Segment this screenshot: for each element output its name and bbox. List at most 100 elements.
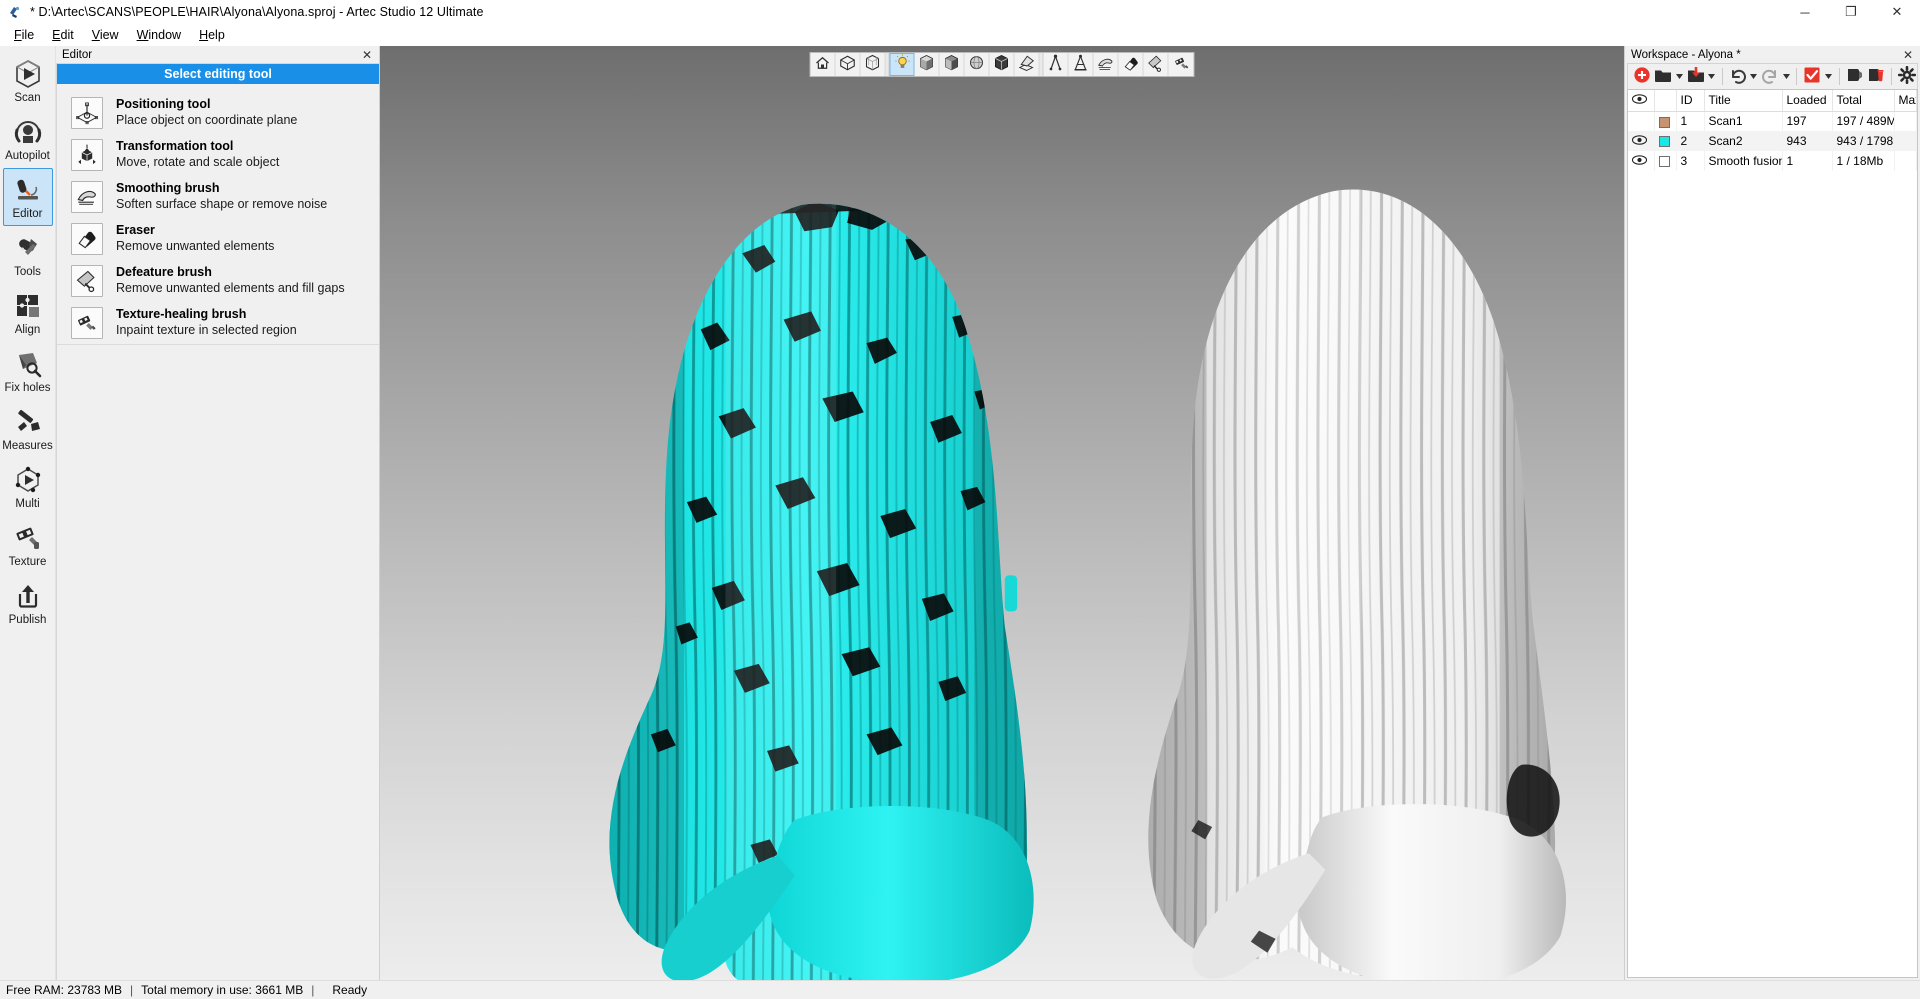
editor-dock-close-icon[interactable]: ✕ bbox=[359, 49, 375, 61]
home-icon bbox=[814, 54, 832, 75]
color-swatch[interactable] bbox=[1658, 116, 1670, 128]
grid-view-button[interactable] bbox=[860, 53, 886, 76]
workspace-row[interactable]: 2Scan2943943 / 1798Mb bbox=[1628, 131, 1917, 151]
rail-item-measures[interactable]: Measures bbox=[2, 400, 53, 458]
undo-dropdown-caret[interactable] bbox=[1749, 66, 1759, 88]
column-loaded[interactable]: Loaded bbox=[1782, 90, 1833, 112]
defeature-brush-icon bbox=[71, 265, 103, 297]
eye-icon[interactable] bbox=[1631, 154, 1648, 165]
select-all-dropdown-caret[interactable] bbox=[1823, 66, 1833, 88]
tool-row-positioning-tool[interactable]: Positioning tool Place object on coordina… bbox=[57, 92, 379, 134]
artec-studio-window: * D:\Artec\SCANS\PEOPLE\HAIR\Alyona\Alyo… bbox=[0, 0, 1920, 999]
open-button[interactable] bbox=[1653, 66, 1673, 88]
eye-icon[interactable] bbox=[1631, 134, 1648, 145]
row-visibility-toggle[interactable] bbox=[1628, 131, 1655, 151]
defeature-tool-button[interactable] bbox=[1143, 53, 1169, 76]
menu-file[interactable]: File bbox=[5, 26, 43, 44]
column-id[interactable]: ID bbox=[1676, 90, 1705, 112]
row-id: 3 bbox=[1676, 151, 1705, 171]
open-dropdown-caret[interactable] bbox=[1674, 66, 1684, 88]
column-max-error[interactable]: Max er... bbox=[1894, 90, 1917, 112]
measure-point-button[interactable] bbox=[1043, 53, 1069, 76]
row-title[interactable]: Scan1 bbox=[1704, 111, 1783, 131]
workspace-dock-close-icon[interactable]: ✕ bbox=[1900, 49, 1916, 61]
tool-name: Positioning tool bbox=[116, 97, 211, 111]
rail-item-align[interactable]: Align bbox=[3, 284, 53, 342]
undo-button[interactable] bbox=[1728, 66, 1748, 88]
render-viewport[interactable] bbox=[380, 46, 1624, 980]
rail-item-label: Editor bbox=[12, 208, 43, 220]
status-separator-2: | bbox=[311, 983, 315, 997]
close-button[interactable]: ✕ bbox=[1874, 0, 1920, 24]
menu-edit[interactable]: Edit bbox=[43, 26, 83, 44]
unload-button[interactable] bbox=[1844, 66, 1864, 88]
fix-holes-icon bbox=[11, 347, 45, 381]
select-all-button[interactable] bbox=[1802, 66, 1822, 88]
eraser-tool-button[interactable] bbox=[1118, 53, 1144, 76]
tool-row-smoothing-brush[interactable]: Smoothing brush Soften surface shape or r… bbox=[57, 176, 379, 218]
rail-item-editor[interactable]: Editor bbox=[2, 168, 53, 226]
row-visibility-toggle[interactable] bbox=[1628, 111, 1655, 131]
rail-item-tools[interactable]: Tools bbox=[3, 226, 53, 284]
tool-row-texture-healing-brush[interactable]: Texture-healing brush Inpaint texture in … bbox=[57, 302, 379, 344]
grid-box-icon bbox=[864, 54, 882, 75]
settings-button[interactable] bbox=[1897, 65, 1917, 88]
smoothing-tool-button[interactable] bbox=[1093, 53, 1119, 76]
workspace-table-container[interactable]: ID Title Loaded Total Max er... 1Scan119… bbox=[1627, 89, 1918, 978]
row-color-cell[interactable] bbox=[1654, 111, 1677, 131]
delete-button[interactable] bbox=[1866, 66, 1886, 88]
redo-button[interactable] bbox=[1760, 66, 1780, 88]
color-checkbox-empty[interactable] bbox=[1658, 156, 1670, 168]
solid-render-button[interactable] bbox=[939, 53, 965, 76]
tool-description: Remove unwanted elements bbox=[116, 239, 275, 253]
tool-row-defeature-brush[interactable]: Defeature brush Remove unwanted elements … bbox=[57, 260, 379, 302]
tool-row-eraser[interactable]: Eraser Remove unwanted elements bbox=[57, 218, 379, 260]
shaded-render-button[interactable] bbox=[914, 53, 940, 76]
perspective-view-button[interactable] bbox=[835, 53, 861, 76]
autopilot-icon bbox=[11, 115, 45, 149]
maximize-button[interactable]: ❐ bbox=[1828, 0, 1874, 24]
tool-row-transformation-tool[interactable]: Transformation tool Move, rotate and scal… bbox=[57, 134, 379, 176]
wireframe-render-button[interactable] bbox=[989, 53, 1015, 76]
menu-window[interactable]: Window bbox=[128, 26, 190, 44]
column-title[interactable]: Title bbox=[1704, 90, 1783, 112]
gear-icon bbox=[1897, 65, 1916, 87]
home-view-button[interactable] bbox=[810, 53, 836, 76]
rail-item-multi[interactable]: Multi bbox=[3, 458, 53, 516]
redo-dropdown-caret[interactable] bbox=[1781, 66, 1791, 88]
rail-item-publish[interactable]: Publish bbox=[3, 574, 53, 632]
workspace-dock: Workspace - Alyona * ✕ ID Title Loaded T… bbox=[1624, 46, 1920, 980]
menu-help[interactable]: Help bbox=[190, 26, 234, 44]
menu-view[interactable]: View bbox=[83, 26, 128, 44]
color-swatch[interactable] bbox=[1658, 136, 1670, 148]
row-color-cell[interactable] bbox=[1654, 151, 1677, 171]
rail-item-fix-holes[interactable]: Fix holes bbox=[3, 342, 53, 400]
row-total: 943 / 1798Mb bbox=[1832, 131, 1895, 151]
workspace-row[interactable]: 3 Smooth fusion 1 1 / 18Mb bbox=[1628, 151, 1917, 171]
add-scan-button[interactable] bbox=[1632, 66, 1652, 88]
texture-healing-brush-icon bbox=[71, 307, 103, 339]
import-dropdown-caret[interactable] bbox=[1707, 66, 1717, 88]
row-title[interactable]: Scan2 bbox=[1704, 131, 1783, 151]
minimize-button[interactable]: ─ bbox=[1782, 0, 1828, 24]
lighting-button[interactable] bbox=[889, 53, 915, 76]
texture-render-button[interactable] bbox=[964, 53, 990, 76]
rail-item-label: Multi bbox=[15, 498, 40, 510]
rail-item-label: Scan bbox=[14, 92, 41, 104]
row-color-cell[interactable] bbox=[1654, 131, 1677, 151]
rail-item-scan[interactable]: Scan bbox=[3, 52, 53, 110]
section-render-button[interactable] bbox=[1014, 53, 1040, 76]
import-button[interactable] bbox=[1686, 66, 1706, 88]
rail-item-autopilot[interactable]: Autopilot bbox=[3, 110, 53, 168]
column-color[interactable] bbox=[1654, 90, 1677, 112]
rail-item-label: Texture bbox=[8, 556, 47, 568]
texture-heal-button[interactable] bbox=[1168, 53, 1194, 76]
row-title[interactable]: Smooth fusion bbox=[1704, 151, 1783, 171]
workflow-rail: Scan Autopilot Editor Tools Align Fix holes Me… bbox=[0, 46, 56, 980]
measure-distance-button[interactable] bbox=[1068, 53, 1094, 76]
rail-item-texture[interactable]: Texture bbox=[3, 516, 53, 574]
column-visibility[interactable] bbox=[1628, 90, 1655, 112]
workspace-row[interactable]: 1Scan1197197 / 489Mb bbox=[1628, 111, 1917, 131]
row-visibility-toggle[interactable] bbox=[1628, 151, 1655, 171]
column-total[interactable]: Total bbox=[1832, 90, 1895, 112]
